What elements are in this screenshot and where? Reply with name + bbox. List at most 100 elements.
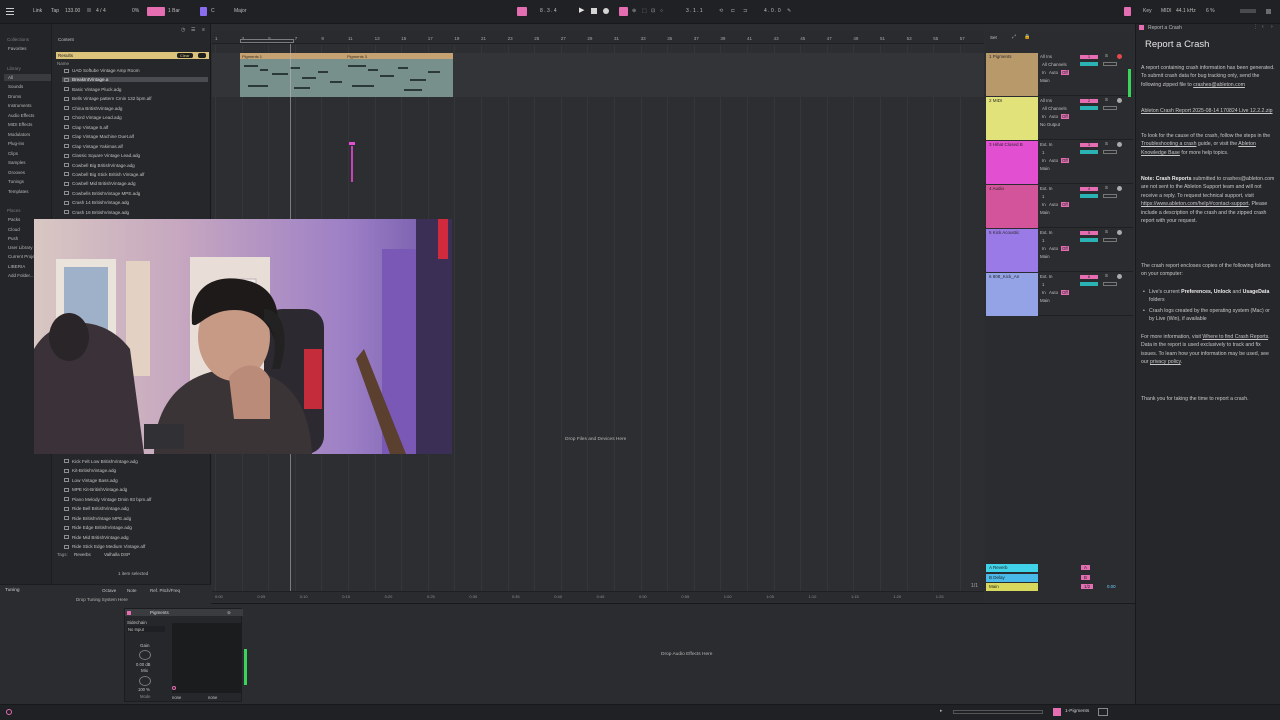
clip-pigments[interactable]: Pigments 1 Pigments 3 [240, 53, 453, 97]
stop-icon[interactable] [591, 8, 597, 14]
troubleshooting-guide-link[interactable]: Troubleshooting a crash [1141, 141, 1196, 147]
monitor-off[interactable]: Off [1061, 290, 1069, 295]
session-record-icon[interactable]: ○ [660, 8, 663, 14]
sidebar-item-cloud[interactable]: Cloud [8, 227, 20, 232]
return-color-block[interactable]: B Delay [986, 573, 1038, 582]
list-item[interactable]: Piano Melody Vintage Dmin 93 bpm.alf [64, 497, 151, 502]
track-name[interactable]: 4 Audio [989, 186, 1004, 191]
mix-value[interactable]: 100 % [138, 687, 150, 692]
solo-button[interactable]: S [1105, 97, 1108, 102]
master-volume[interactable]: 0.00 [1107, 584, 1116, 589]
track-output-select[interactable]: Main [1040, 254, 1050, 259]
track-header[interactable]: 4 Audio Ext. In 1 In Auto Off Main 4 S [985, 185, 1133, 228]
song-position[interactable]: 8 . 3 . 4 [540, 8, 557, 14]
device-close-icon[interactable]: ⊗ [227, 610, 231, 616]
sidebar-item-user-library[interactable]: User Library [8, 245, 33, 250]
list-item[interactable]: Low Vintage Bass.adg [64, 478, 118, 483]
solo-button[interactable]: S [1105, 141, 1108, 146]
solo-button[interactable]: S [1105, 185, 1108, 190]
link-button[interactable]: Link [33, 8, 42, 14]
tempo-field[interactable]: 133.00 [65, 8, 80, 14]
track-output-select[interactable]: Main [1040, 298, 1050, 303]
sidebar-item-templates[interactable]: Templates [8, 189, 29, 194]
list-item[interactable]: Ride Stick Edge Medium Vintage.alf [64, 544, 145, 549]
browser-menu-icon[interactable]: ≡ [202, 27, 205, 33]
preset-select-1[interactable]: none [172, 695, 181, 700]
scale-select[interactable]: Major [234, 8, 247, 14]
list-item[interactable]: BreakIntVintage.a [62, 77, 208, 83]
arm-button-icon[interactable] [1117, 142, 1122, 147]
loop-length[interactable]: 4 . 0 . 0 [764, 8, 781, 14]
monitor-auto[interactable]: Auto [1049, 114, 1058, 119]
sidebar-item-samples[interactable]: Samples [8, 160, 26, 165]
list-item[interactable]: Crash 16 BritishVintage.adg [64, 210, 129, 215]
monitor-auto[interactable]: Auto [1049, 246, 1058, 251]
time-signature[interactable]: 4 / 4 [96, 8, 106, 14]
sidebar-item-push[interactable]: Push [8, 236, 18, 241]
track-output-select[interactable]: No Output [1040, 122, 1060, 127]
metronome-toggle[interactable] [147, 7, 165, 16]
device-power-icon[interactable] [127, 610, 131, 615]
pan-control[interactable] [1103, 282, 1117, 286]
track-color-block[interactable]: 3 Hihat Closed B [986, 141, 1038, 184]
mix-knob[interactable] [139, 676, 151, 686]
return-name[interactable]: Main [989, 584, 999, 589]
list-item[interactable]: Ride Edge BritishVintage.adg [64, 525, 132, 530]
privacy-policy-link[interactable]: privacy policy [1150, 359, 1181, 365]
beat-ruler[interactable] [212, 31, 984, 44]
midi-map-button[interactable]: MIDI [1161, 8, 1172, 14]
track-output-select[interactable]: Main [1040, 210, 1050, 215]
monitor-in[interactable]: In [1042, 158, 1046, 163]
loop-icon[interactable]: ⟲ [719, 8, 723, 14]
back-to-arrangement-icon[interactable]: ⬚ [642, 8, 647, 14]
list-item[interactable]: Cowbell Big Stick British Vintage.alf [64, 172, 144, 177]
track-activator[interactable]: 2 [1080, 99, 1098, 103]
list-item[interactable]: Bells Vintage pattern Cmin 132 bpm.alf [64, 96, 152, 101]
play-icon[interactable]: ▶ [579, 6, 584, 14]
return-track[interactable]: A Reverb A [985, 564, 1133, 573]
key-map-button[interactable]: Key [1143, 8, 1152, 14]
track-input-select[interactable]: Ext. In [1040, 186, 1052, 191]
overview-scrollbar[interactable] [953, 710, 1043, 714]
volume-slider[interactable] [1080, 150, 1098, 154]
expand-icon[interactable]: ⤢ [1012, 34, 1016, 40]
track-color-block[interactable]: 2 MIDI [986, 97, 1038, 140]
track-name[interactable]: 1 Pigments [989, 54, 1012, 59]
capture-icon[interactable]: ⊡ [651, 8, 655, 14]
solo-button[interactable]: S [1105, 273, 1108, 278]
arm-button-icon[interactable] [1117, 98, 1122, 103]
volume-slider[interactable] [1080, 282, 1098, 286]
track-channel-select[interactable]: All Channels [1042, 62, 1067, 67]
track-activator[interactable]: 1 [1080, 55, 1098, 59]
sidebar-item-grooves[interactable]: Grooves [8, 170, 25, 175]
track-channel-select[interactable]: All Channels [1042, 106, 1067, 111]
arm-button-icon[interactable] [1117, 230, 1122, 235]
track-input-select[interactable]: Ext. In [1040, 274, 1052, 279]
solo-button[interactable]: S [1105, 229, 1108, 234]
volume-slider[interactable] [1080, 194, 1098, 198]
gain-knob[interactable] [139, 650, 151, 660]
sidebar-item-clips[interactable]: Clips [8, 151, 18, 156]
sidechain-select[interactable]: No Input [127, 626, 165, 632]
menu-icon[interactable] [6, 7, 15, 16]
monitor-in[interactable]: In [1042, 290, 1046, 295]
track-name[interactable]: 2 MIDI [989, 98, 1002, 103]
monitor-in[interactable]: In [1042, 70, 1046, 75]
track-input-select[interactable]: Ext. In [1040, 230, 1052, 235]
report-menu-icon[interactable]: ⋮ [1253, 24, 1258, 30]
tag-valhalla[interactable]: Valhalla DSP [104, 552, 130, 557]
return-name[interactable]: A Reverb [989, 565, 1008, 570]
punch-out-icon[interactable]: ⊐ [743, 8, 747, 14]
monitor-in[interactable]: In [1042, 246, 1046, 251]
track-activator[interactable]: 5 [1080, 231, 1098, 235]
name-column-header[interactable]: Name [57, 61, 69, 66]
computer-midi-keyboard-toggle[interactable] [1124, 7, 1131, 16]
volume-slider[interactable] [1080, 62, 1098, 66]
list-item[interactable]: Ride Mid BritishVintage.adg [64, 535, 129, 540]
sidebar-item-midi-effects[interactable]: MIDI Effects [8, 122, 32, 127]
return-name[interactable]: B Delay [989, 575, 1005, 580]
track-header[interactable]: 3 Hihat Closed B Ext. In 1 In Auto Off Main 3 S [985, 141, 1133, 184]
where-to-find-link[interactable]: Where to find Crash Reports [1202, 334, 1268, 340]
gain-value[interactable]: 0.00 dB [136, 662, 150, 667]
list-item[interactable]: Classic Square Vintage Lead.adg [64, 153, 140, 158]
